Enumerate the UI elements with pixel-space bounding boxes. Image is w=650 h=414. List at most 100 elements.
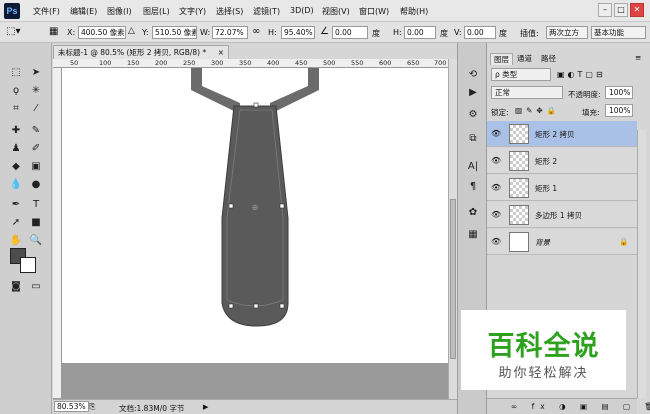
tool-presets-icon[interactable]: ⚙: [464, 107, 482, 123]
menu-type[interactable]: 文字(Y): [179, 6, 206, 17]
dodge-tool-icon[interactable]: ●: [27, 177, 45, 193]
menu-3d[interactable]: 3D(D): [290, 6, 314, 15]
opacity-field[interactable]: 100%: [605, 86, 633, 99]
swatches-icon[interactable]: ✿: [464, 205, 482, 221]
transform-handle[interactable]: [228, 203, 234, 209]
actions-icon[interactable]: ▶: [464, 85, 482, 101]
move-tool-icon[interactable]: ⬚▾: [6, 26, 20, 37]
x-position-field[interactable]: 400.50 像素: [78, 26, 126, 39]
menu-file[interactable]: 文件(F): [33, 6, 60, 17]
arrow-right-icon[interactable]: ▶: [203, 403, 208, 411]
layer-row[interactable]: 👁 多边形 1 拷贝: [487, 202, 637, 228]
layer-footer-icons[interactable]: ∞ fx ◑ ▣ ▤ ▢ 🗑: [511, 402, 650, 411]
paragraph-icon[interactable]: ¶: [464, 179, 482, 195]
menu-window[interactable]: 窗口(W): [359, 6, 389, 17]
layer-kind-filter[interactable]: ρ 类型: [491, 68, 551, 81]
marquee-tool-icon[interactable]: ⬚: [7, 65, 25, 81]
workspace-select[interactable]: 基本功能: [591, 26, 646, 39]
interpolation-select[interactable]: 两次立方: [546, 26, 588, 39]
character-icon[interactable]: A|: [464, 159, 482, 175]
menu-filter[interactable]: 滤镜(T): [253, 6, 280, 17]
screen-mode-icon[interactable]: ▭: [27, 279, 45, 295]
minimize-button[interactable]: –: [598, 3, 612, 17]
menu-edit[interactable]: 编辑(E): [70, 6, 97, 17]
history-brush-icon[interactable]: ✐: [27, 141, 45, 157]
tab-layers[interactable]: 图层: [490, 53, 513, 65]
quick-mask-icon[interactable]: ◙: [7, 279, 25, 295]
layers-scrollbar[interactable]: [637, 130, 646, 398]
transform-handle[interactable]: [279, 303, 285, 309]
panel-menu-icon[interactable]: ≡: [635, 53, 641, 62]
close-tab-icon[interactable]: ×: [218, 46, 224, 59]
watermark-subtitle: 助你轻松解决: [498, 366, 589, 381]
tab-paths[interactable]: 路径: [538, 53, 559, 65]
height-field[interactable]: 95.40%: [281, 26, 315, 39]
lock-icons[interactable]: ▨✎✥🔒: [515, 106, 560, 115]
path-select-icon[interactable]: ➚: [7, 215, 25, 231]
scrollbar-thumb[interactable]: [450, 199, 456, 359]
blur-tool-icon[interactable]: 💧: [7, 177, 25, 193]
maximize-button[interactable]: □: [614, 3, 628, 17]
export-icon[interactable]: ⎘: [89, 402, 95, 412]
layer-row[interactable]: 👁 矩形 2: [487, 148, 637, 174]
triangle-icon[interactable]: △: [128, 26, 135, 36]
layer-row[interactable]: 👁 矩形 2 拷贝: [487, 121, 637, 147]
transform-handle[interactable]: [228, 303, 234, 309]
magic-wand-icon[interactable]: ✳: [27, 83, 45, 99]
menu-layer[interactable]: 图层(L): [143, 6, 170, 17]
eye-icon[interactable]: 👁: [491, 237, 501, 246]
menu-help[interactable]: 帮助(H): [400, 6, 428, 17]
tab-channels[interactable]: 通道: [514, 53, 535, 65]
transform-handle[interactable]: [253, 102, 259, 108]
link-icon[interactable]: ∞: [252, 26, 260, 37]
transform-handle[interactable]: [253, 303, 259, 309]
ruler-label: 350: [239, 59, 252, 67]
eraser-tool-icon[interactable]: ◆: [7, 159, 25, 175]
rectangle-tool-icon[interactable]: ■: [27, 215, 45, 231]
reference-point-icon[interactable]: ▦: [49, 26, 58, 37]
canvas[interactable]: ⊕: [62, 68, 448, 363]
move-tool-icon[interactable]: ➤: [27, 65, 45, 81]
rotate-field[interactable]: 0.00: [332, 26, 368, 39]
document-scrollbar[interactable]: [448, 59, 457, 399]
document-tab[interactable]: 未标题-1 @ 80.5% (矩形 2 拷贝, RGB/8) * ×: [53, 45, 229, 59]
menu-image[interactable]: 图像(I): [107, 6, 132, 17]
eyedropper-icon[interactable]: ⁄: [27, 101, 45, 117]
width-field[interactable]: 72.07%: [212, 26, 248, 39]
crop-tool-icon[interactable]: ⌗: [7, 101, 25, 117]
hand-tool-icon[interactable]: ✋: [7, 233, 25, 249]
clone-source-icon[interactable]: ⧉: [464, 131, 482, 147]
zoom-level[interactable]: 80.53%: [54, 401, 89, 412]
hskew-field[interactable]: 0.00: [404, 26, 436, 39]
layer-row[interactable]: 👁 背景 🔒: [487, 229, 637, 255]
background-color-swatch[interactable]: [20, 257, 36, 273]
pen-tool-icon[interactable]: ✒: [7, 197, 25, 213]
healing-brush-icon[interactable]: ✚: [7, 123, 25, 139]
transform-handle[interactable]: [279, 203, 285, 209]
vskew-field[interactable]: 0.00: [464, 26, 496, 39]
watermark-title: 百科全说: [487, 331, 600, 362]
close-window-button[interactable]: ✕: [630, 3, 644, 17]
type-tool-icon[interactable]: T: [27, 197, 45, 213]
history-icon[interactable]: ⟲: [464, 67, 482, 83]
lock-label: 锁定:: [491, 108, 509, 117]
brush-tool-icon[interactable]: ✎: [27, 123, 45, 139]
filter-icons[interactable]: ▣◐T▢⊟: [557, 70, 606, 79]
layer-row[interactable]: 👁 矩形 1: [487, 175, 637, 201]
zoom-tool-icon[interactable]: 🔍: [27, 233, 45, 249]
gradient-tool-icon[interactable]: ▣: [27, 159, 45, 175]
y-position-field[interactable]: 510.50 像素: [152, 26, 197, 39]
fill-field[interactable]: 100%: [605, 104, 633, 117]
blend-mode-select[interactable]: 正常: [491, 86, 563, 99]
clone-stamp-icon[interactable]: ♟: [7, 141, 25, 157]
menu-view[interactable]: 视图(V): [322, 6, 350, 17]
menu-select[interactable]: 选择(S): [216, 6, 243, 17]
eye-icon[interactable]: 👁: [491, 210, 501, 219]
lasso-tool-icon[interactable]: ϙ: [7, 83, 25, 99]
grid-icon[interactable]: ▦: [464, 227, 482, 243]
tie-strap-right: [270, 68, 319, 114]
eye-icon[interactable]: 👁: [491, 156, 501, 165]
eye-icon[interactable]: 👁: [491, 129, 501, 138]
eye-icon[interactable]: 👁: [491, 183, 501, 192]
ruler-label: 700: [434, 59, 447, 67]
